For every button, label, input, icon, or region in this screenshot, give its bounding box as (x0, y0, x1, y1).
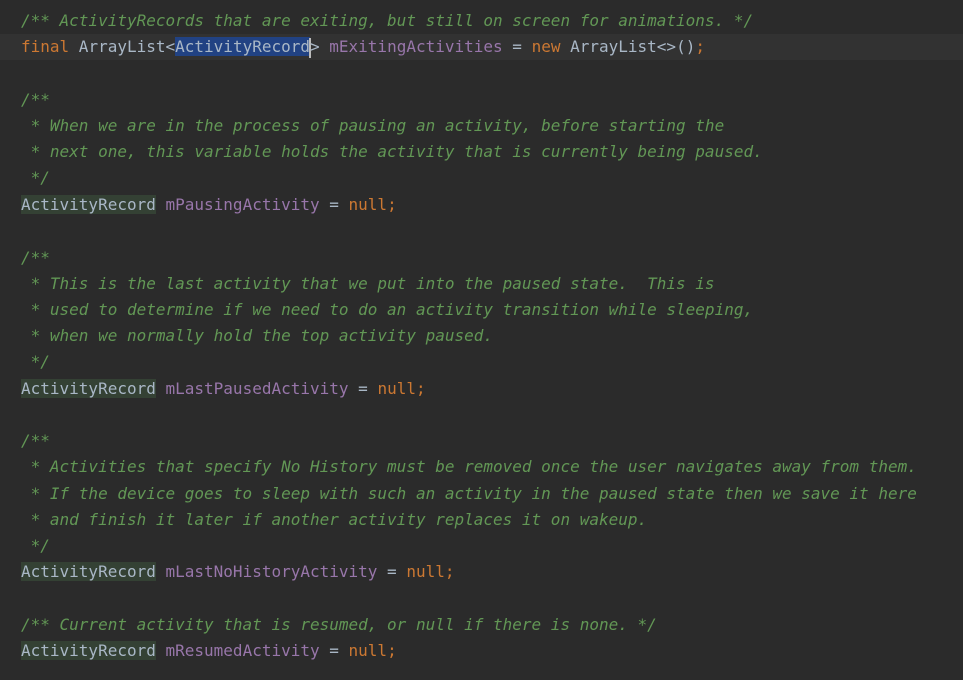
doc-comment: * This is the last activity that we put … (21, 274, 715, 293)
type-suffix: > (310, 37, 330, 56)
field-name[interactable]: mLastPausedActivity (166, 379, 349, 398)
field-name[interactable]: mResumedActivity (166, 641, 320, 660)
semicolon: ; (695, 37, 705, 56)
field-name[interactable]: mPausingActivity (166, 195, 320, 214)
doc-comment: * next one, this variable holds the acti… (21, 142, 763, 161)
code-line[interactable]: /** Current activity that is resumed, or… (0, 612, 963, 638)
field-name[interactable]: mLastNoHistoryActivity (166, 562, 378, 581)
code-line[interactable]: /** ActivityRecords that are exiting, bu… (0, 8, 963, 34)
code-editor[interactable]: /** ActivityRecords that are exiting, bu… (0, 0, 963, 680)
assign-operator: = (502, 37, 532, 56)
code-line[interactable]: * used to determine if we need to do an … (0, 297, 963, 323)
field-name[interactable]: mExitingActivities (329, 37, 502, 56)
doc-comment: /** (21, 248, 50, 267)
code-line[interactable]: * Activities that specify No History mus… (0, 454, 963, 480)
doc-comment: /** ActivityRecords that are exiting, bu… (21, 11, 754, 30)
doc-comment: * Activities that specify No History mus… (21, 457, 917, 476)
doc-comment: * When we are in the process of pausing … (21, 116, 725, 135)
doc-comment: /** Current activity that is resumed, or… (21, 615, 657, 634)
doc-comment: */ (21, 536, 50, 555)
doc-comment: * If the device goes to sleep with such … (21, 484, 917, 503)
code-line[interactable]: /** (0, 428, 963, 454)
code-line[interactable]: * when we normally hold the top activity… (0, 323, 963, 349)
doc-comment: * when we normally hold the top activity… (21, 326, 494, 345)
doc-comment: /** (21, 90, 50, 109)
assign-operator: = (319, 195, 349, 214)
doc-comment: * and finish it later if another activit… (21, 510, 648, 529)
code-line[interactable]: */ (0, 349, 963, 375)
assign-operator: = (319, 641, 349, 660)
code-line[interactable]: */ (0, 533, 963, 559)
code-line[interactable]: * If the device goes to sleep with such … (0, 481, 963, 507)
type-usage-highlight[interactable]: ActivityRecord (21, 562, 156, 581)
keyword-null: null (348, 641, 388, 660)
keyword-null: null (377, 379, 416, 398)
code-line[interactable]: * next one, this variable holds the acti… (0, 139, 963, 165)
keyword-null: null (406, 562, 445, 581)
assign-operator: = (377, 562, 407, 581)
keyword-new: new (531, 37, 561, 56)
doc-comment: */ (21, 168, 50, 187)
type-usage-highlight[interactable]: ActivityRecord (21, 641, 156, 660)
code-line[interactable]: ActivityRecord mLastNoHistoryActivity = … (0, 559, 963, 585)
code-line[interactable]: * When we are in the process of pausing … (0, 113, 963, 139)
type-prefix: ArrayList< (69, 37, 176, 56)
code-line[interactable]: /** (0, 87, 963, 113)
type-usage-highlight[interactable]: ActivityRecord (21, 379, 156, 398)
code-line[interactable]: * This is the last activity that we put … (0, 271, 963, 297)
keyword-final: final (21, 37, 70, 56)
code-line[interactable]: ActivityRecord mPausingActivity = null; (0, 192, 963, 218)
semicolon: ; (444, 562, 455, 581)
semicolon: ; (415, 379, 426, 398)
doc-comment: * used to determine if we need to do an … (21, 300, 754, 319)
semicolon: ; (387, 195, 397, 214)
code-line[interactable]: * and finish it later if another activit… (0, 507, 963, 533)
selected-text[interactable]: ActivityRecord (175, 37, 310, 56)
code-line-current[interactable]: final ArrayList<ActivityRecord> mExiting… (0, 34, 963, 60)
keyword-null: null (348, 195, 388, 214)
doc-comment: */ (21, 352, 50, 371)
doc-comment: /** (21, 431, 50, 450)
code-line[interactable]: */ (0, 165, 963, 191)
code-line[interactable]: /** (0, 245, 963, 271)
code-line[interactable]: ActivityRecord mLastPausedActivity = nul… (0, 376, 963, 402)
semicolon: ; (387, 641, 397, 660)
code-line[interactable]: ActivityRecord mResumedActivity = null; (0, 638, 963, 664)
type-usage-highlight[interactable]: ActivityRecord (21, 195, 156, 214)
constructor-call: ArrayList<>() (560, 37, 696, 56)
assign-operator: = (348, 379, 378, 398)
